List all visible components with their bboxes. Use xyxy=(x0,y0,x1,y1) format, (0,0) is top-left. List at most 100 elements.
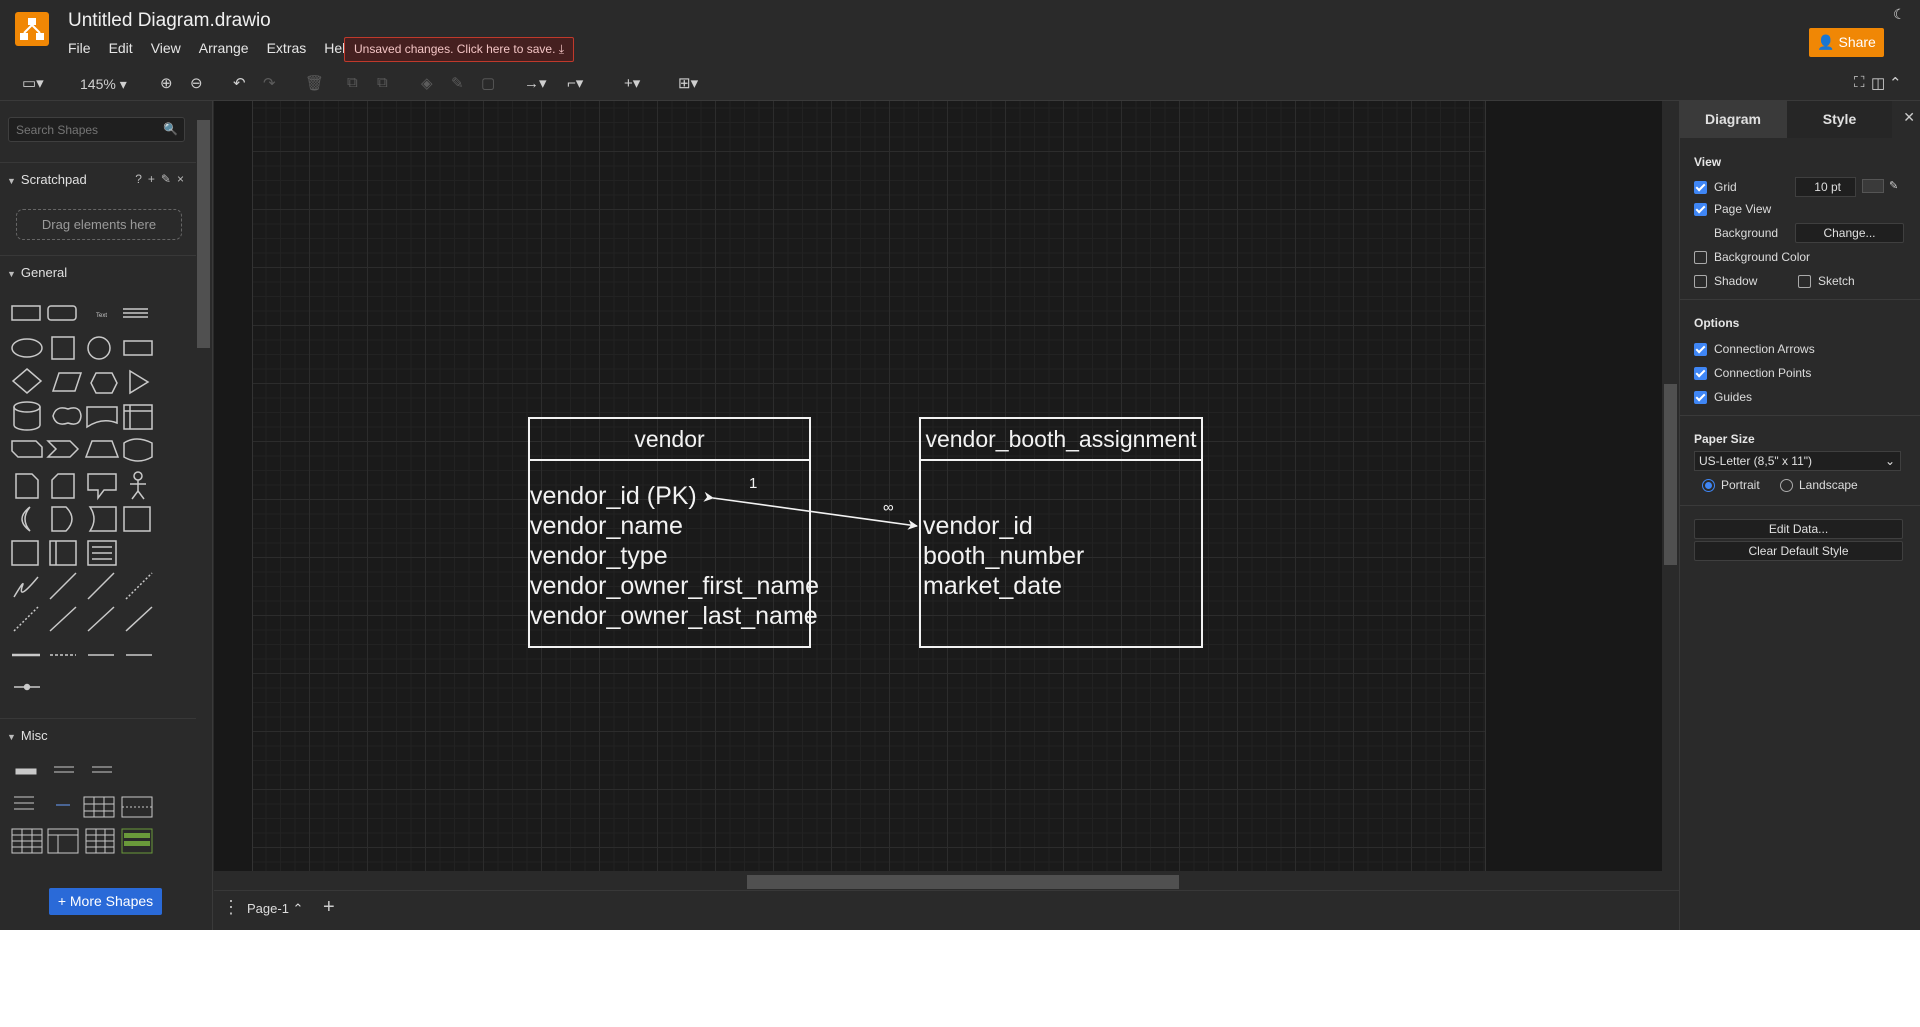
connection-arrows-option[interactable]: Connection Arrows xyxy=(1694,342,1815,356)
pages-menu-icon[interactable]: ⋮ xyxy=(222,897,240,918)
unsaved-changes-button[interactable]: Unsaved changes. Click here to save. ⤓ xyxy=(344,37,575,62)
guides-option[interactable]: Guides xyxy=(1694,390,1752,404)
menu-view[interactable]: View xyxy=(151,40,190,56)
collapse-icon[interactable]: ⌃ xyxy=(1889,74,1902,92)
page-view-option[interactable]: Page View xyxy=(1694,202,1771,216)
shadow-icon[interactable]: ▢ xyxy=(481,74,495,92)
connection-icon[interactable]: →▾ xyxy=(524,74,547,92)
pencil-icon[interactable]: ✎ xyxy=(1889,179,1898,192)
general-shapes-icon[interactable]: Text xyxy=(8,301,188,711)
landscape-label: Landscape xyxy=(1799,478,1858,492)
grid-size-input[interactable]: 10 pt xyxy=(1795,177,1856,197)
relationship-one-label: 1 xyxy=(749,475,758,492)
line-color-icon[interactable]: ✎ xyxy=(451,74,464,92)
tab-diagram[interactable]: Diagram xyxy=(1680,101,1786,138)
background-color-checkbox[interactable] xyxy=(1694,250,1707,264)
grid-option[interactable]: Grid xyxy=(1694,180,1737,194)
landscape-radio[interactable] xyxy=(1780,478,1793,492)
menu-extras[interactable]: Extras xyxy=(267,40,316,56)
connection-points-checkbox[interactable] xyxy=(1694,366,1707,380)
portrait-label: Portrait xyxy=(1721,478,1760,492)
menu-edit[interactable]: Edit xyxy=(109,40,142,56)
connection-arrows-checkbox[interactable] xyxy=(1694,342,1707,356)
diagram-canvas[interactable]: vendor vendor_id (PK) vendor_name vendor… xyxy=(214,101,1668,871)
shadow-checkbox[interactable] xyxy=(1694,274,1707,288)
format-panel: Diagram Style ✕ View Grid 10 pt ✎ Page V… xyxy=(1679,101,1920,930)
options-section-title: Options xyxy=(1694,316,1740,330)
fullscreen-icon[interactable]: ⛶ xyxy=(1854,74,1865,91)
change-background-button[interactable]: Change... xyxy=(1795,223,1904,243)
sketch-label: Sketch xyxy=(1818,274,1855,288)
sketch-checkbox[interactable] xyxy=(1798,274,1811,288)
close-icon[interactable]: ✕ xyxy=(1903,109,1915,126)
menu-file[interactable]: File xyxy=(68,40,100,56)
misc-shapes-icon[interactable] xyxy=(8,761,188,871)
chevron-down-icon: ⌄ xyxy=(1884,454,1895,468)
table-icon[interactable]: ⊞▾ xyxy=(678,74,698,92)
landscape-option[interactable]: Landscape xyxy=(1780,478,1858,492)
tab-style[interactable]: Style xyxy=(1786,101,1892,138)
guides-checkbox[interactable] xyxy=(1694,390,1707,404)
scratchpad-header[interactable]: ▼ Scratchpad ?+✎× xyxy=(0,162,196,194)
grid-checkbox[interactable] xyxy=(1694,180,1707,194)
edit-data-button[interactable]: Edit Data... xyxy=(1694,519,1903,539)
to-front-icon[interactable]: ⧉ xyxy=(347,74,358,91)
zoom-out-icon[interactable]: ⊖ xyxy=(190,74,203,92)
to-back-icon[interactable]: ⧉ xyxy=(377,74,388,91)
background-label: Background xyxy=(1714,226,1779,240)
menu-bar: File Edit View Arrange Extras Help xyxy=(68,40,371,56)
theme-toggle-icon[interactable]: ☾ xyxy=(1893,6,1906,23)
shadow-option[interactable]: Shadow xyxy=(1694,274,1757,288)
scratchpad-dropzone[interactable]: Drag elements here xyxy=(16,209,182,240)
diagram-page[interactable]: vendor vendor_id (PK) vendor_name vendor… xyxy=(252,101,1486,871)
zoom-dropdown[interactable]: 145% ▾ xyxy=(80,76,127,93)
scroll-thumb[interactable] xyxy=(747,875,1179,889)
canvas-horizontal-scrollbar[interactable] xyxy=(214,873,1662,890)
scratchpad-actions[interactable]: ?+✎× xyxy=(135,172,190,186)
divider xyxy=(1680,415,1920,416)
drawio-logo-icon xyxy=(15,12,49,46)
relationship-many-label: ∞ xyxy=(883,499,894,516)
fill-color-icon[interactable]: ◈ xyxy=(421,74,433,92)
undo-icon[interactable]: ↶ xyxy=(233,74,246,92)
paper-size-title: Paper Size xyxy=(1694,432,1755,446)
general-header[interactable]: ▼ General xyxy=(0,255,196,287)
clear-default-style-button[interactable]: Clear Default Style xyxy=(1694,541,1903,561)
grid-color-swatch[interactable] xyxy=(1862,179,1884,193)
download-icon: ⤓ xyxy=(558,42,565,56)
delete-icon[interactable]: 🗑 xyxy=(305,74,324,92)
search-icon[interactable]: 🔍 xyxy=(163,122,178,136)
share-button[interactable]: 👤 Share xyxy=(1809,28,1884,57)
page-tab[interactable]: Page-1 ⌃ xyxy=(247,901,303,917)
redo-icon[interactable]: ↷ xyxy=(263,74,276,92)
view-section-title: View xyxy=(1694,155,1722,169)
canvas-vertical-scrollbar[interactable] xyxy=(1662,101,1679,871)
misc-header[interactable]: ▼ Misc xyxy=(0,718,196,750)
portrait-radio[interactable] xyxy=(1702,478,1715,492)
paper-size-select[interactable]: US-Letter (8,5" x 11") ⌄ xyxy=(1694,451,1901,471)
background-color-option[interactable]: Background Color xyxy=(1694,250,1810,264)
share-label: Share xyxy=(1838,34,1876,50)
background-color-label: Background Color xyxy=(1714,250,1811,264)
panel-icon[interactable]: ◫ xyxy=(1871,74,1885,92)
connection-points-option[interactable]: Connection Points xyxy=(1694,366,1811,380)
menu-arrange[interactable]: Arrange xyxy=(199,40,258,56)
insert-icon[interactable]: +▾ xyxy=(624,74,640,92)
sidebar-scrollbar[interactable] xyxy=(197,120,210,348)
page-view-checkbox[interactable] xyxy=(1694,202,1707,216)
scroll-thumb[interactable] xyxy=(1664,384,1677,565)
zoom-in-icon[interactable]: ⊕ xyxy=(160,74,173,92)
collapse-triangle-icon: ▼ xyxy=(7,176,16,186)
collapse-triangle-icon: ▼ xyxy=(7,269,16,279)
format-panel-toggle-icon[interactable]: ▭▾ xyxy=(22,74,44,92)
waypoints-icon[interactable]: ⌐▾ xyxy=(567,74,583,92)
search-input[interactable] xyxy=(9,118,184,141)
document-title[interactable]: Untitled Diagram.drawio xyxy=(68,10,271,32)
user-icon: 👤 xyxy=(1817,34,1835,50)
misc-shapes-palette xyxy=(8,761,188,876)
sketch-option[interactable]: Sketch xyxy=(1798,274,1855,288)
more-shapes-button[interactable]: + More Shapes xyxy=(49,888,162,915)
portrait-option[interactable]: Portrait xyxy=(1702,478,1760,492)
relationship-connector[interactable] xyxy=(253,101,1487,871)
add-page-icon[interactable]: + xyxy=(323,896,335,919)
